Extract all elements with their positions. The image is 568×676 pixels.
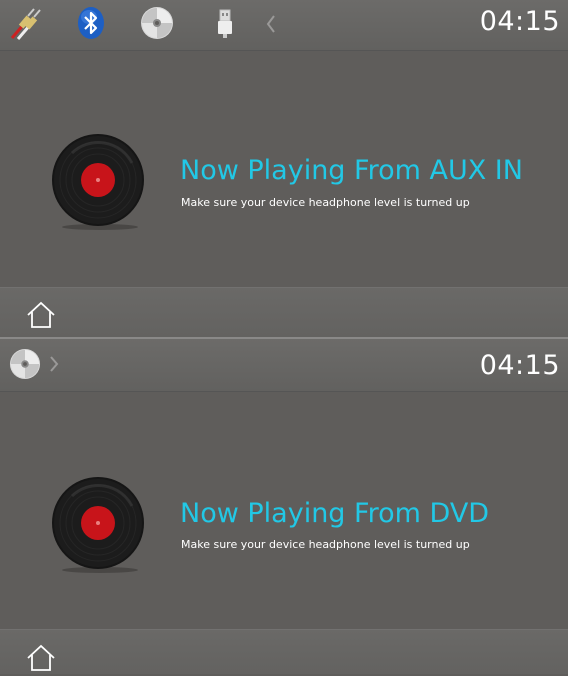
bluetooth-icon[interactable] bbox=[75, 6, 107, 44]
clock: 04:15 bbox=[479, 350, 560, 381]
now-playing-panel: Now Playing From DVD Make sure your devi… bbox=[0, 392, 568, 629]
bottom-bar bbox=[0, 629, 568, 674]
usb-icon[interactable] bbox=[215, 8, 235, 44]
disc-icon[interactable] bbox=[140, 6, 174, 44]
home-icon[interactable] bbox=[26, 644, 56, 676]
now-playing-title: Now Playing From AUX IN bbox=[180, 155, 523, 186]
vinyl-record-icon bbox=[52, 476, 148, 580]
chevron-left-icon[interactable] bbox=[264, 13, 278, 39]
rca-cable-icon[interactable] bbox=[8, 6, 44, 46]
now-playing-subtitle: Make sure your device headphone level is… bbox=[181, 538, 470, 551]
clock: 04:15 bbox=[479, 6, 560, 37]
now-playing-title: Now Playing From DVD bbox=[180, 498, 490, 529]
bottom-bar bbox=[0, 287, 568, 338]
chevron-right-icon[interactable] bbox=[48, 354, 60, 378]
now-playing-subtitle: Make sure your device headphone level is… bbox=[181, 196, 470, 209]
home-icon[interactable] bbox=[26, 301, 56, 333]
now-playing-panel: Now Playing From AUX IN Make sure your d… bbox=[0, 51, 568, 287]
top-bar: 04:15 bbox=[0, 339, 568, 392]
disc-icon[interactable] bbox=[9, 348, 41, 384]
top-bar: 04:15 bbox=[0, 0, 568, 51]
vinyl-record-icon bbox=[52, 133, 148, 237]
